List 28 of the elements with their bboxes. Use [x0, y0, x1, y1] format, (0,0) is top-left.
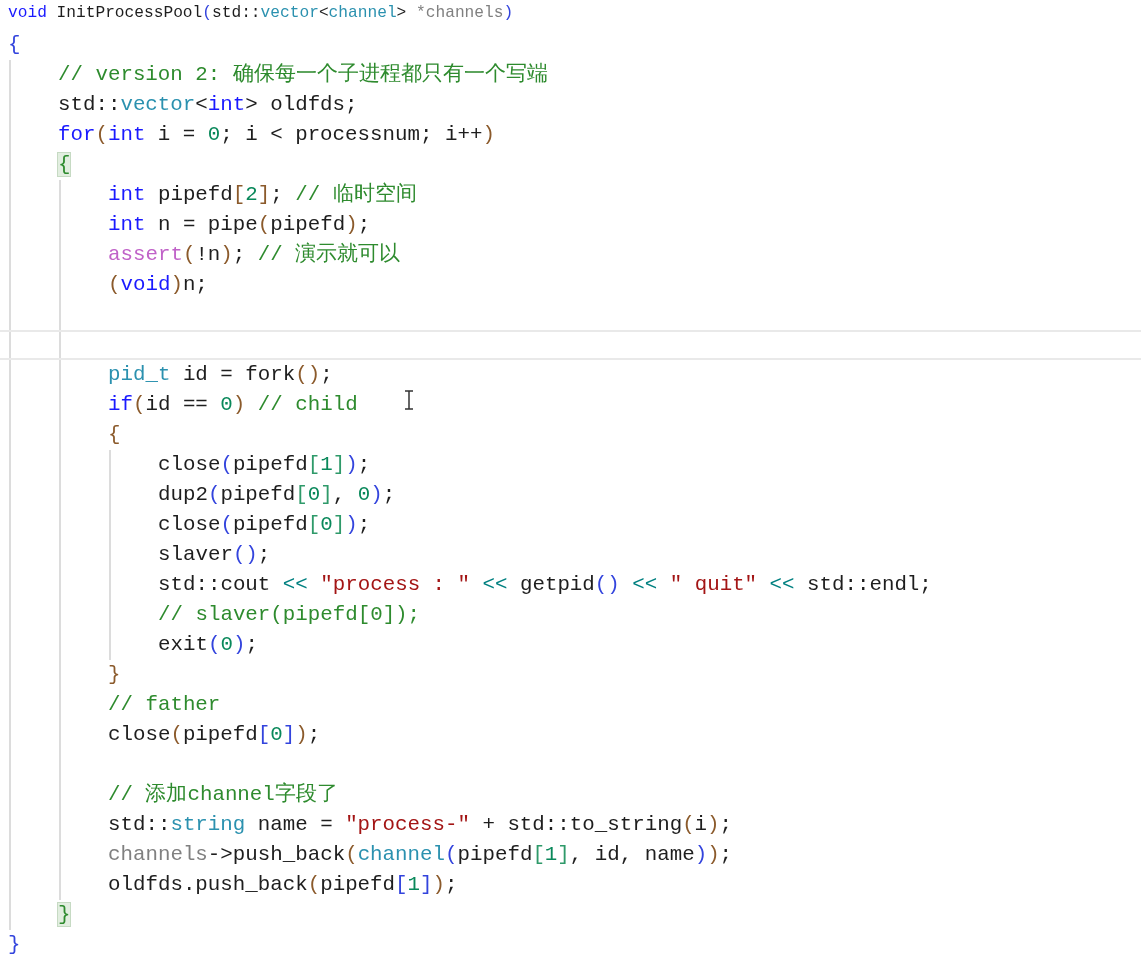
code-line: std::string name = "process-" + std::to_string(i);: [108, 812, 733, 838]
code-line: // slaver(pipefd[0]);: [158, 602, 421, 628]
code-line: std::cout << "process : " << getpid() << " quit" << std::endl;: [158, 572, 932, 598]
code-line: pid_t id = fork();: [108, 362, 333, 388]
text-cursor-icon: [404, 390, 414, 410]
code-line: std::vector<int> oldfds;: [58, 92, 358, 118]
code-line: dup2(pipefd[0], 0);: [158, 482, 396, 508]
code-line: (void)n;: [108, 272, 208, 298]
code-line: // 添加channel字段了: [108, 781, 338, 808]
code-line: assert(!n); // 演示就可以: [108, 241, 401, 268]
code-line: }: [8, 932, 21, 958]
code-line: }: [108, 662, 121, 688]
code-line: // version 2: 确保每一个子进程都只有一个写端: [58, 61, 548, 88]
code-line: {: [108, 422, 121, 448]
code-line: close(pipefd[0]);: [158, 512, 371, 538]
code-line: {: [8, 32, 21, 58]
code-line: for(int i = 0; i < processnum; i++): [58, 122, 495, 148]
code-line: channels->push_back(channel(pipefd[1], id, name));: [108, 842, 733, 868]
code-line: slaver();: [158, 542, 271, 568]
code-line: exit(0);: [158, 632, 258, 658]
code-line: int pipefd[2]; // 临时空间: [108, 181, 417, 208]
code-line: close(pipefd[1]);: [158, 452, 371, 478]
code-line: // father: [108, 692, 221, 718]
code-line: oldfds.push_back(pipefd[1]);: [108, 872, 458, 898]
code-line: if(id == 0) // child: [108, 392, 358, 418]
code-line: int n = pipe(pipefd);: [108, 212, 371, 238]
function-signature: void InitProcessPool(std::vector<channel> *channels): [8, 4, 514, 22]
code-line: close(pipefd[0]);: [108, 722, 321, 748]
